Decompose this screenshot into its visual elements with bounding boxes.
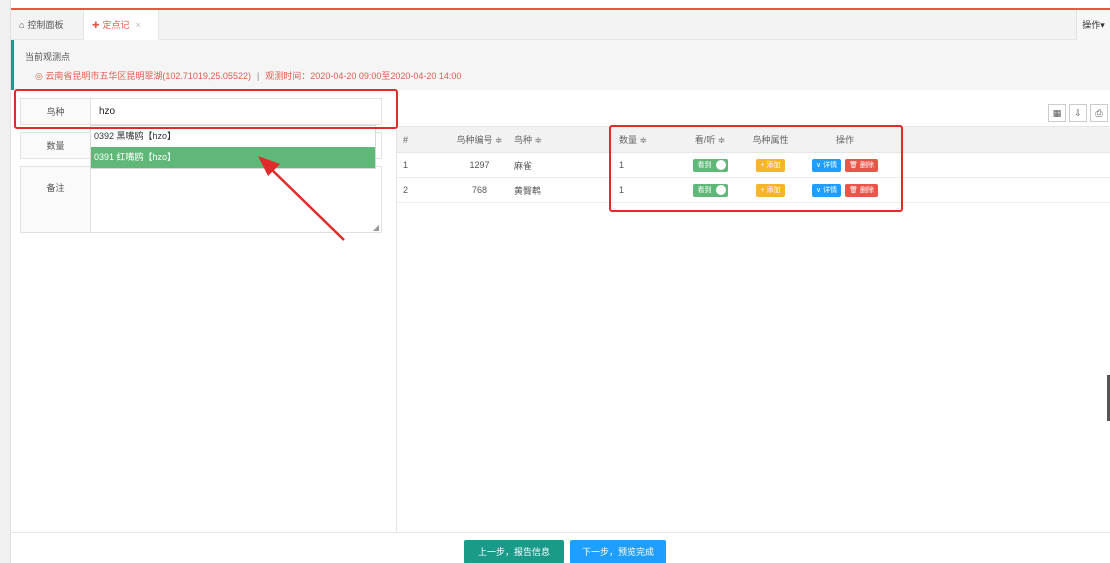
row-operations-cell: ∨ 详情 🗑 删除 [800, 153, 890, 177]
autocomplete-option-selected[interactable]: 0391 红嘴鸥【hzo】 [91, 147, 375, 168]
row-species-code: 1297 [469, 160, 490, 170]
header-index: # [403, 134, 409, 145]
table-header: # 鸟种编号 ≑ 鸟种 ≑ 数量 ≑ 看/听 ≑ 鸟种属性 操作 [397, 126, 1110, 153]
resize-handle-icon[interactable]: ◢ [373, 223, 379, 232]
print-icon[interactable]: ⎙ [1090, 104, 1108, 122]
row-species: 麻雀 [514, 160, 533, 171]
species-table: # 鸟种编号 ≑ 鸟种 ≑ 数量 ≑ 看/听 ≑ 鸟种属性 操作 1 1297 … [397, 126, 1110, 203]
add-attribute-button[interactable]: + 添加 [756, 183, 785, 197]
tab-control-panel[interactable]: ⌂ 控制面板 [11, 10, 81, 40]
row-operations-cell: ∨ 详情 🗑 删除 [800, 178, 890, 202]
header-attribute: 鸟种属性 [752, 135, 789, 145]
plus-icon: ✚ [92, 20, 100, 30]
observation-info: ◎ 云南省昆明市五华区昆明翠湖(102.71019,25.05522) | 观测时间… [35, 69, 461, 82]
observation-point-title: 当前观测点 [25, 52, 71, 62]
see-toggle[interactable]: 看到 [692, 183, 728, 197]
location-pin-icon: ◎ [35, 71, 43, 81]
export-icon[interactable]: ⇩ [1069, 104, 1087, 122]
note-row: 备注 ◢ [20, 166, 382, 233]
toggle-knob-icon [715, 160, 726, 170]
table-row: 2 768 黄臀鹎 1 看到 + 添加 ∨ 详情 🗑 删除 [397, 178, 1110, 203]
row-index: 1 [403, 160, 409, 170]
observation-time: 观测时间：2020-04-20 09:00至2020-04-20 14:00 [265, 71, 462, 81]
add-attribute-button[interactable]: + 添加 [756, 158, 785, 172]
delete-button[interactable]: 🗑 删除 [845, 183, 878, 197]
home-icon: ⌂ [19, 20, 25, 30]
quantity-label: 数量 [21, 133, 91, 158]
observation-point-panel: 当前观测点 ◎ 云南省昆明市五华区昆明翠湖(102.71019,25.05522… [11, 40, 1110, 90]
tab-control-panel-label: 控制面板 [27, 20, 64, 30]
header-see-hear[interactable]: 看/听 ≑ [675, 127, 745, 152]
prev-step-button[interactable]: 上一步，报告信息 [464, 540, 564, 563]
species-input[interactable]: hzo [99, 99, 115, 124]
next-step-button[interactable]: 下一步，预览完成 [570, 540, 666, 563]
row-attribute-cell: + 添加 [743, 153, 798, 177]
header-operations: 操作 [835, 135, 854, 145]
see-toggle-label: 看到 [697, 187, 712, 194]
row-species: 黄臀鹎 [514, 185, 542, 196]
close-icon[interactable]: × [136, 20, 141, 30]
toggle-knob-icon [715, 185, 726, 195]
row-species-code: 768 [471, 185, 488, 195]
header-species[interactable]: 鸟种 ≑ [514, 127, 609, 152]
autocomplete-option[interactable]: 0392 黑嘴鸥【hzo】 [91, 126, 375, 147]
see-toggle-label: 看到 [697, 162, 712, 169]
info-separator: | [256, 71, 260, 81]
tab-fixed-point[interactable]: ✚ 定点记 × [83, 10, 159, 40]
left-sidebar-strip [0, 0, 11, 563]
see-toggle[interactable]: 看到 [692, 158, 728, 172]
table-toolbar: ▦ ⇩ ⎙ [1048, 104, 1108, 122]
note-label: 备注 [21, 167, 91, 232]
tab-bar: ⌂ 控制面板 ✚ 定点记 × 操作▾ [11, 8, 1110, 40]
species-label: 鸟种 [21, 99, 91, 124]
columns-icon[interactable]: ▦ [1048, 104, 1066, 122]
row-see-hear-cell: 看到 [675, 178, 745, 202]
operations-menu[interactable]: 操作▾ [1076, 10, 1110, 40]
species-autocomplete: 0392 黑嘴鸥【hzo】 0391 红嘴鸥【hzo】 [90, 125, 376, 169]
row-attribute-cell: + 添加 [743, 178, 798, 202]
footer-bar: 上一步，报告信息 下一步，预览完成 [11, 532, 1110, 563]
detail-button[interactable]: ∨ 详情 [812, 183, 842, 197]
table-row: 1 1297 麻雀 1 看到 + 添加 ∨ 详情 🗑 删除 [397, 153, 1110, 178]
row-index: 2 [403, 185, 409, 195]
species-row: 鸟种 hzo [20, 98, 382, 125]
tab-fixed-point-label: 定点记 [102, 20, 130, 30]
observation-place: 云南省昆明市五华区昆明翠湖(102.71019,25.05522) [45, 71, 251, 81]
note-textarea[interactable] [99, 167, 379, 232]
detail-button[interactable]: ∨ 详情 [812, 158, 842, 172]
delete-button[interactable]: 🗑 删除 [845, 158, 878, 172]
row-see-hear-cell: 看到 [675, 153, 745, 177]
header-species-code[interactable]: 鸟种编号 ≑ [432, 127, 527, 152]
